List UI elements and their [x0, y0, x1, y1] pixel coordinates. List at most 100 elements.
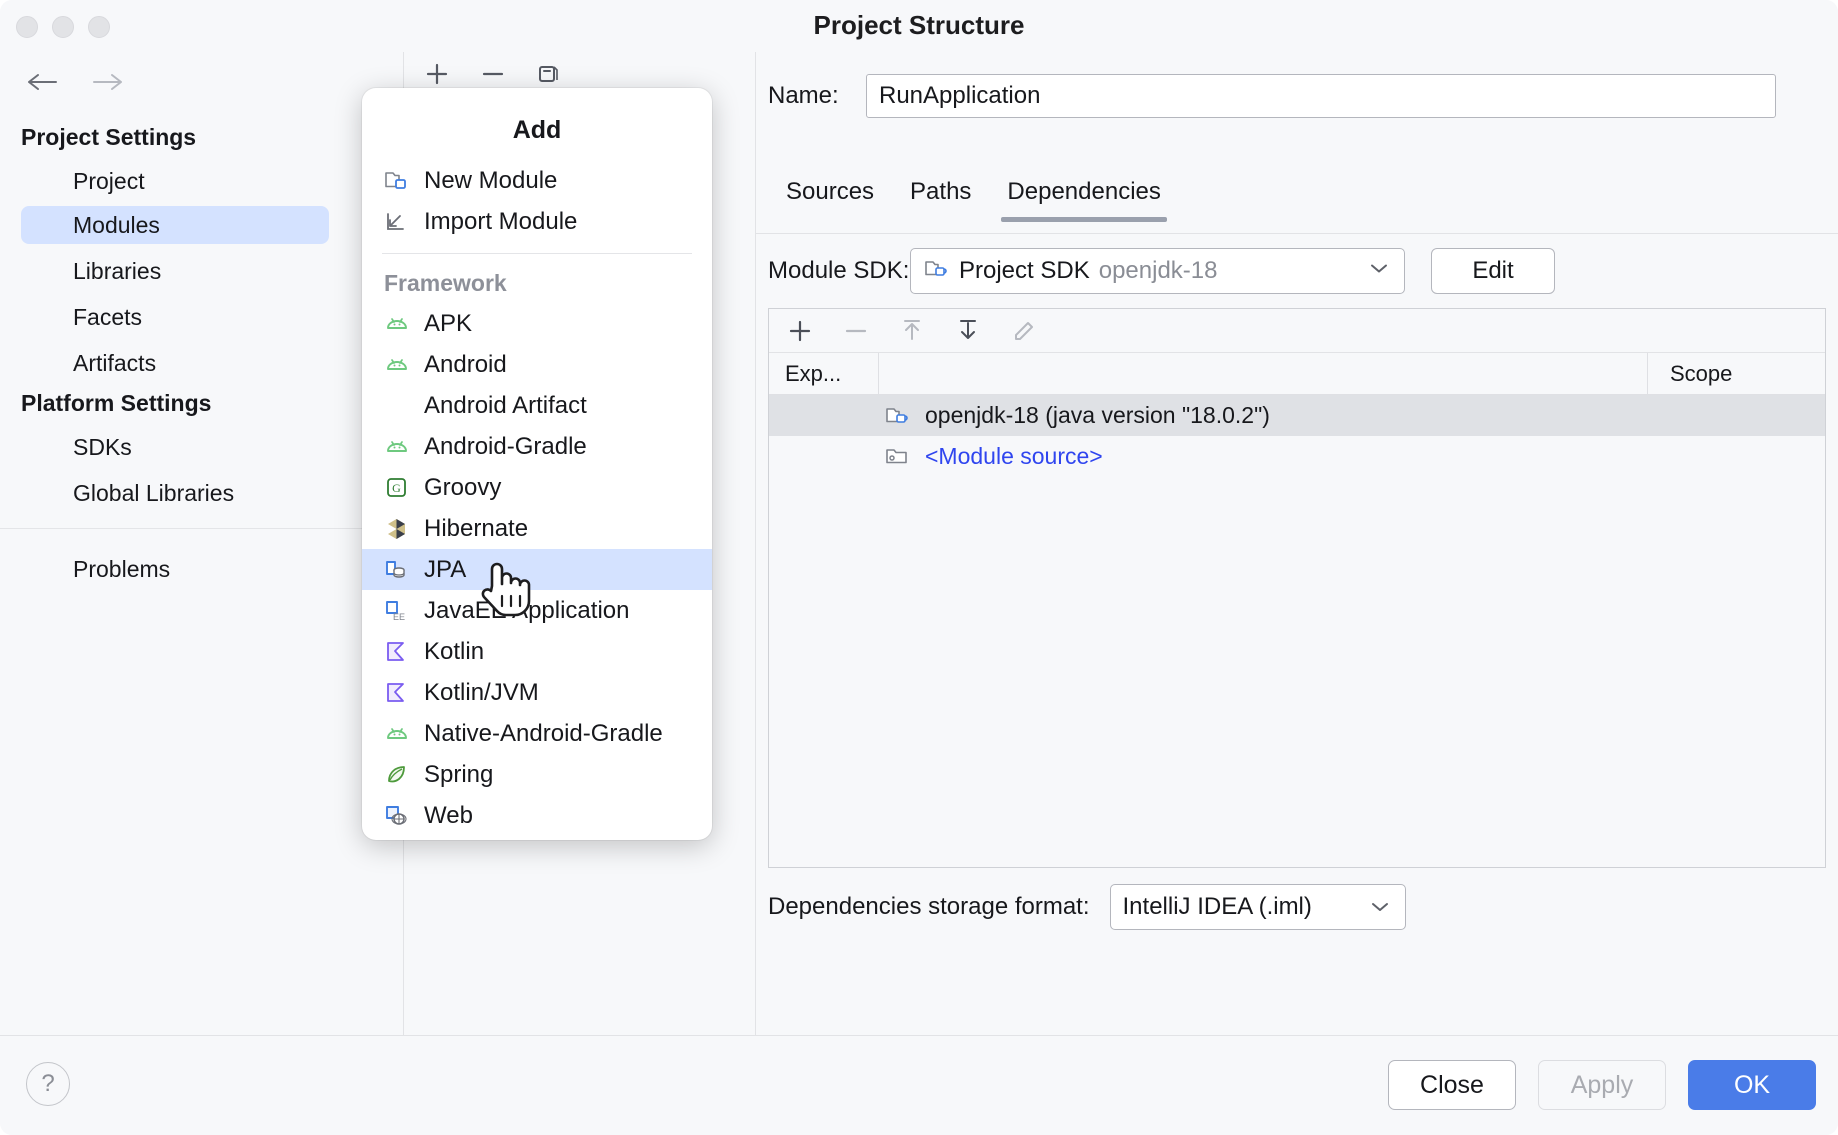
move-down-button[interactable] — [951, 314, 985, 348]
module-source-icon — [879, 444, 915, 470]
edit-dependency-button[interactable] — [1007, 314, 1041, 348]
module-sdk-combobox[interactable]: Project SDK openjdk-18 — [910, 248, 1405, 294]
move-up-button[interactable] — [895, 314, 929, 348]
table-row[interactable]: <Module source> — [769, 436, 1825, 477]
project-structure-dialog: Project Structure Project Settings Proje… — [0, 0, 1838, 1135]
module-name-row: Name: — [756, 74, 1838, 118]
sidebar-item-modules[interactable]: Modules — [21, 206, 329, 244]
sidebar-item-artifacts[interactable]: Artifacts — [21, 344, 329, 382]
sidebar-item-sdks[interactable]: SDKs — [21, 428, 329, 466]
groovy-icon: G — [384, 475, 414, 501]
menu-item-label: JPA — [424, 558, 466, 582]
table-row[interactable]: openjdk-18 (java version "18.0.2") — [769, 395, 1825, 436]
jdk-icon — [923, 256, 949, 287]
add-module-button[interactable] — [420, 57, 454, 91]
menu-item-javaee-application[interactable]: EE JavaEE Application — [362, 590, 712, 631]
sidebar-item-global-libraries[interactable]: Global Libraries — [21, 474, 329, 512]
menu-item-hibernate[interactable]: Hibernate — [362, 508, 712, 549]
android-icon — [384, 434, 414, 460]
column-header-name — [879, 353, 1647, 394]
menu-item-new-module[interactable]: New Module — [362, 160, 712, 201]
menu-item-web[interactable]: Web — [362, 795, 712, 836]
forward-arrow-icon[interactable] — [88, 62, 128, 102]
sidebar-item-label: Project — [73, 168, 145, 195]
tab-label: Sources — [786, 178, 874, 205]
module-sdk-row: Module SDK: Project SDK openjdk-18 Edit — [756, 248, 1838, 294]
sidebar-item-project[interactable]: Project — [21, 162, 329, 200]
apply-button[interactable]: Apply — [1538, 1060, 1666, 1110]
menu-item-label: JavaEE Application — [424, 599, 629, 623]
menu-item-android[interactable]: Android — [362, 344, 712, 385]
menu-item-kotlin-jvm[interactable]: Kotlin/JVM — [362, 672, 712, 713]
dependencies-storage-row: Dependencies storage format: IntelliJ ID… — [756, 884, 1838, 930]
add-dependency-button[interactable] — [783, 314, 817, 348]
module-details-panel: Name: Sources Paths Dependencies Module … — [756, 52, 1838, 1035]
menu-item-android-gradle[interactable]: Android-Gradle — [362, 426, 712, 467]
dialog-footer: ? Close Apply OK — [0, 1035, 1838, 1135]
kotlin-icon — [384, 680, 414, 706]
copy-module-button[interactable] — [532, 57, 566, 91]
sidebar-item-facets[interactable]: Facets — [21, 298, 329, 336]
chevron-down-icon — [1368, 262, 1390, 281]
window-title: Project Structure — [0, 10, 1838, 41]
dependencies-toolbar — [769, 309, 1825, 353]
dependencies-table: Exp... Scope openjdk-18 (java version "1… — [768, 308, 1826, 868]
module-sdk-subvalue: openjdk-18 — [1099, 257, 1218, 285]
remove-dependency-button[interactable] — [839, 314, 873, 348]
menu-item-groovy[interactable]: G Groovy — [362, 467, 712, 508]
ok-button[interactable]: OK — [1688, 1060, 1816, 1110]
menu-item-android-artifact[interactable]: Android Artifact — [362, 385, 712, 426]
module-name-input[interactable] — [866, 74, 1776, 118]
help-button[interactable]: ? — [26, 1062, 70, 1106]
menu-item-jpa[interactable]: JPA — [362, 549, 712, 590]
sidebar-item-label: Global Libraries — [73, 480, 234, 507]
column-header-export[interactable]: Exp... — [769, 353, 879, 394]
menu-item-label: Android — [424, 353, 507, 377]
tab-paths[interactable]: Paths — [892, 172, 989, 222]
menu-item-label: Android Artifact — [424, 394, 587, 418]
cell-dependency-name: openjdk-18 (java version "18.0.2") — [915, 402, 1270, 429]
menu-item-label: Native-Android-Gradle — [424, 722, 663, 746]
cell-dependency-name[interactable]: <Module source> — [915, 443, 1103, 470]
new-module-icon — [384, 168, 414, 194]
menu-item-import-module[interactable]: Import Module — [362, 201, 712, 242]
menu-item-kotlin[interactable]: Kotlin — [362, 631, 712, 672]
dependencies-storage-combobox[interactable]: IntelliJ IDEA (.iml) — [1110, 884, 1406, 930]
question-mark-icon: ? — [41, 1070, 54, 1098]
menu-item-native-android-gradle[interactable]: Native-Android-Gradle — [362, 713, 712, 754]
menu-item-spring[interactable]: Spring — [362, 754, 712, 795]
details-tabs: Sources Paths Dependencies — [756, 172, 1838, 234]
hibernate-icon — [384, 516, 414, 542]
sidebar-group-project-settings: Project Settings — [21, 124, 196, 151]
column-header-scope[interactable]: Scope — [1647, 353, 1825, 394]
jpa-icon — [384, 557, 414, 583]
back-arrow-icon[interactable] — [22, 62, 62, 102]
menu-item-label: APK — [424, 312, 472, 336]
sidebar-item-label: Facets — [73, 304, 142, 331]
module-name-label: Name: — [756, 82, 866, 110]
sidebar-item-label: Problems — [73, 556, 170, 583]
javaee-icon: EE — [384, 598, 414, 624]
close-button[interactable]: Close — [1388, 1060, 1516, 1110]
edit-sdk-button[interactable]: Edit — [1431, 248, 1555, 294]
menu-group-framework: Framework — [362, 263, 712, 303]
sidebar-item-libraries[interactable]: Libraries — [21, 252, 329, 290]
menu-item-label: Import Module — [424, 210, 577, 234]
footer-button-group: Close Apply OK — [1388, 1060, 1816, 1110]
module-sdk-label: Module SDK: — [756, 257, 910, 285]
android-icon — [384, 311, 414, 337]
menu-item-label: Kotlin/JVM — [424, 681, 539, 705]
dependencies-table-body: openjdk-18 (java version "18.0.2") <Modu… — [769, 395, 1825, 867]
sidebar-item-label: Modules — [73, 212, 160, 239]
web-icon — [384, 803, 414, 829]
settings-sidebar: Project Settings Project Modules Librari… — [0, 52, 404, 1035]
sidebar-item-label: SDKs — [73, 434, 132, 461]
dependencies-storage-value: IntelliJ IDEA (.iml) — [1123, 893, 1312, 921]
sidebar-item-problems[interactable]: Problems — [21, 550, 329, 588]
menu-item-label: Kotlin — [424, 640, 484, 664]
tab-sources[interactable]: Sources — [768, 172, 892, 222]
navigation-arrows — [22, 62, 128, 102]
menu-item-apk[interactable]: APK — [362, 303, 712, 344]
remove-module-button[interactable] — [476, 57, 510, 91]
tab-dependencies[interactable]: Dependencies — [989, 172, 1178, 222]
